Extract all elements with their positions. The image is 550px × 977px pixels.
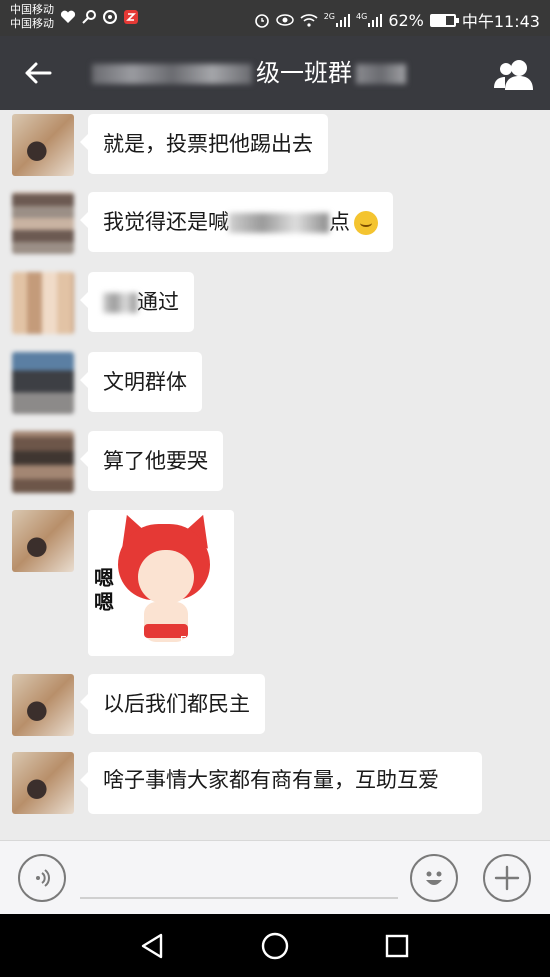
battery-icon bbox=[429, 13, 459, 27]
nav-recent-button[interactable] bbox=[379, 928, 415, 964]
status-icons bbox=[60, 9, 139, 25]
status-bar: 中国移动 中国移动 2G 4G 62% 中午11:43 bbox=[0, 0, 550, 36]
avatar[interactable] bbox=[12, 510, 74, 572]
avatar[interactable] bbox=[12, 272, 74, 334]
message-row: 我觉得还是喊 点 bbox=[12, 192, 393, 254]
app-notification-icon bbox=[123, 9, 139, 25]
emoji-icon bbox=[426, 871, 442, 885]
sticker-fox-face bbox=[138, 550, 194, 604]
heart-rate-icon bbox=[60, 9, 76, 25]
signal-4g-icon: 4G bbox=[356, 12, 383, 27]
key-icon bbox=[81, 9, 97, 25]
clock: 中午11:43 bbox=[461, 12, 540, 31]
nav-recent-icon bbox=[385, 934, 409, 958]
avatar[interactable] bbox=[12, 431, 74, 493]
carrier-1: 中国移动 bbox=[10, 3, 54, 16]
member-count-redacted bbox=[356, 64, 406, 84]
voice-icon bbox=[36, 869, 50, 887]
plus-button[interactable] bbox=[483, 854, 531, 902]
chat-title-text: 级一班群 bbox=[256, 59, 352, 87]
sticker-message[interactable]: 嗯嗯 53.8KB bbox=[88, 510, 234, 656]
message-row: 文明群体 bbox=[12, 352, 202, 414]
message-bubble[interactable]: 通过 bbox=[80, 272, 194, 332]
voice-button[interactable] bbox=[18, 854, 66, 902]
message-text: 我觉得还是喊 bbox=[103, 210, 229, 234]
avatar[interactable] bbox=[12, 674, 74, 736]
message-row: 通过 bbox=[12, 272, 194, 334]
message-bubble[interactable]: 就是，投票把他踢出去 bbox=[80, 114, 328, 174]
input-bar bbox=[0, 840, 550, 914]
message-row: 就是，投票把他踢出去 bbox=[12, 114, 328, 176]
message-bubble[interactable]: 算了他要哭 bbox=[80, 431, 223, 491]
battery-percent: 62% bbox=[388, 10, 424, 30]
message-row: 啥子事情大家都有商有量，互助互爱 bbox=[12, 752, 482, 814]
message-text: 点 bbox=[329, 210, 350, 234]
message-bubble[interactable]: 文明群体 bbox=[80, 352, 202, 412]
back-arrow-icon bbox=[25, 62, 52, 84]
nav-home-button[interactable] bbox=[257, 928, 293, 964]
network-label-4g: 4G bbox=[356, 12, 368, 21]
carrier-labels: 中国移动 中国移动 bbox=[10, 3, 54, 31]
message-text: 互助互爱 bbox=[355, 768, 439, 792]
carrier-2: 中国移动 bbox=[10, 17, 54, 30]
chat-header: 级一班群 bbox=[0, 36, 550, 110]
message-bubble[interactable]: 我觉得还是喊 点 bbox=[80, 192, 393, 252]
redacted-text bbox=[229, 213, 329, 233]
nav-back-icon bbox=[141, 933, 163, 959]
nav-back-button[interactable] bbox=[134, 928, 170, 964]
chat-messages[interactable]: 就是，投票把他踢出去 我觉得还是喊 点 通过 文明群体 算了他要哭 嗯嗯 53.8… bbox=[0, 110, 550, 840]
group-members-button[interactable] bbox=[492, 56, 536, 92]
avatar[interactable] bbox=[12, 352, 74, 414]
status-right: 2G 4G 62% 中午11:43 bbox=[254, 8, 540, 32]
network-label-2g: 2G bbox=[323, 12, 336, 21]
thinking-face-emoji-icon bbox=[354, 211, 378, 235]
system-nav-bar bbox=[0, 914, 550, 977]
message-text: 通过 bbox=[137, 290, 179, 314]
chat-title: 级一班群 bbox=[92, 58, 406, 88]
nav-home-icon bbox=[261, 932, 289, 960]
avatar[interactable] bbox=[12, 192, 74, 254]
alarm-icon bbox=[254, 14, 269, 28]
message-text: 啥子事情大家都有商有量， bbox=[103, 768, 355, 792]
signal-2g-icon: 2G bbox=[323, 12, 351, 27]
wifi-icon bbox=[300, 14, 318, 27]
redacted-text bbox=[103, 293, 137, 313]
message-bubble[interactable]: 啥子事情大家都有商有量，互助互爱 bbox=[80, 752, 482, 814]
sticker-file-size: 53.8KB bbox=[179, 635, 226, 650]
emoji-button[interactable] bbox=[410, 854, 458, 902]
sticker-caption: 嗯嗯 bbox=[94, 566, 114, 614]
message-input[interactable] bbox=[80, 897, 398, 899]
avatar[interactable] bbox=[12, 114, 74, 176]
title-redacted bbox=[92, 64, 252, 84]
group-members-icon bbox=[494, 60, 533, 90]
eye-icon bbox=[275, 14, 294, 26]
back-button[interactable] bbox=[20, 54, 56, 92]
message-row: 算了他要哭 bbox=[12, 431, 223, 493]
plus-icon bbox=[494, 865, 520, 891]
sync-icon bbox=[102, 9, 118, 25]
avatar[interactable] bbox=[12, 752, 74, 814]
message-bubble[interactable]: 以后我们都民主 bbox=[80, 674, 265, 734]
message-row: 以后我们都民主 bbox=[12, 674, 265, 736]
message-row: 嗯嗯 53.8KB bbox=[12, 510, 234, 656]
